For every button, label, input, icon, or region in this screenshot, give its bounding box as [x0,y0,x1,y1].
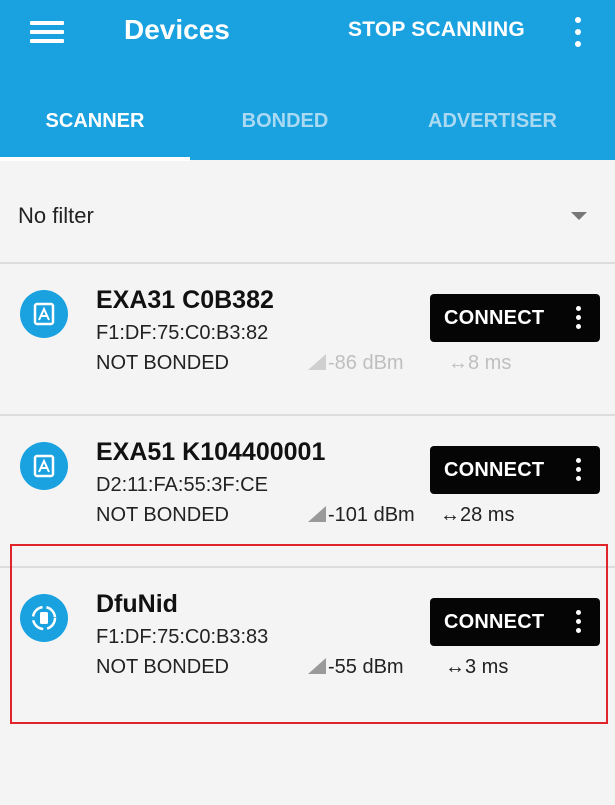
stop-scanning-button[interactable]: STOP SCANNING [348,18,525,42]
highlight-box [10,544,608,724]
advertising-interval: ↔28 ms [440,504,515,526]
broadcast-device-icon [20,290,68,338]
tab-bonded[interactable]: BONDED [190,110,380,160]
page-title: Devices [124,14,230,45]
tab-scanner[interactable]: SCANNER [0,110,190,160]
active-tab-indicator [0,157,190,161]
rssi-readout: -101 dBm [308,504,415,527]
device-list-item[interactable]: EXA31 C0B382 F1:DF:75:C0:B3:82 NOT BONDE… [0,264,615,414]
device-address: F1:DF:75:C0:B3:82 [96,322,269,344]
app-bar: Devices STOP SCANNING SCANNER BONDED ADV… [0,0,615,161]
advertising-interval: ↔8 ms [448,352,512,374]
dropdown-arrow-icon [571,212,587,220]
device-name: EXA51 K104400001 [96,438,326,466]
more-vertical-icon[interactable] [570,14,586,50]
rssi-readout: -86 dBm [308,352,404,375]
filter-dropdown[interactable]: No filter [0,186,615,246]
device-name: EXA31 C0B382 [96,286,274,314]
more-vertical-icon[interactable] [574,456,584,484]
connect-button[interactable]: CONNECT [430,446,600,494]
connect-button[interactable]: CONNECT [430,294,600,342]
signal-strength-icon [308,354,326,370]
filter-selected-value: No filter [18,203,94,228]
tab-advertiser[interactable]: ADVERTISER [380,110,605,160]
more-vertical-icon[interactable] [574,304,584,332]
broadcast-device-icon [20,442,68,490]
device-address: D2:11:FA:55:3F:CE [96,474,268,496]
bond-state: NOT BONDED [96,504,229,526]
bond-state: NOT BONDED [96,352,229,374]
signal-strength-icon [308,506,326,522]
hamburger-menu-icon[interactable] [30,18,64,46]
